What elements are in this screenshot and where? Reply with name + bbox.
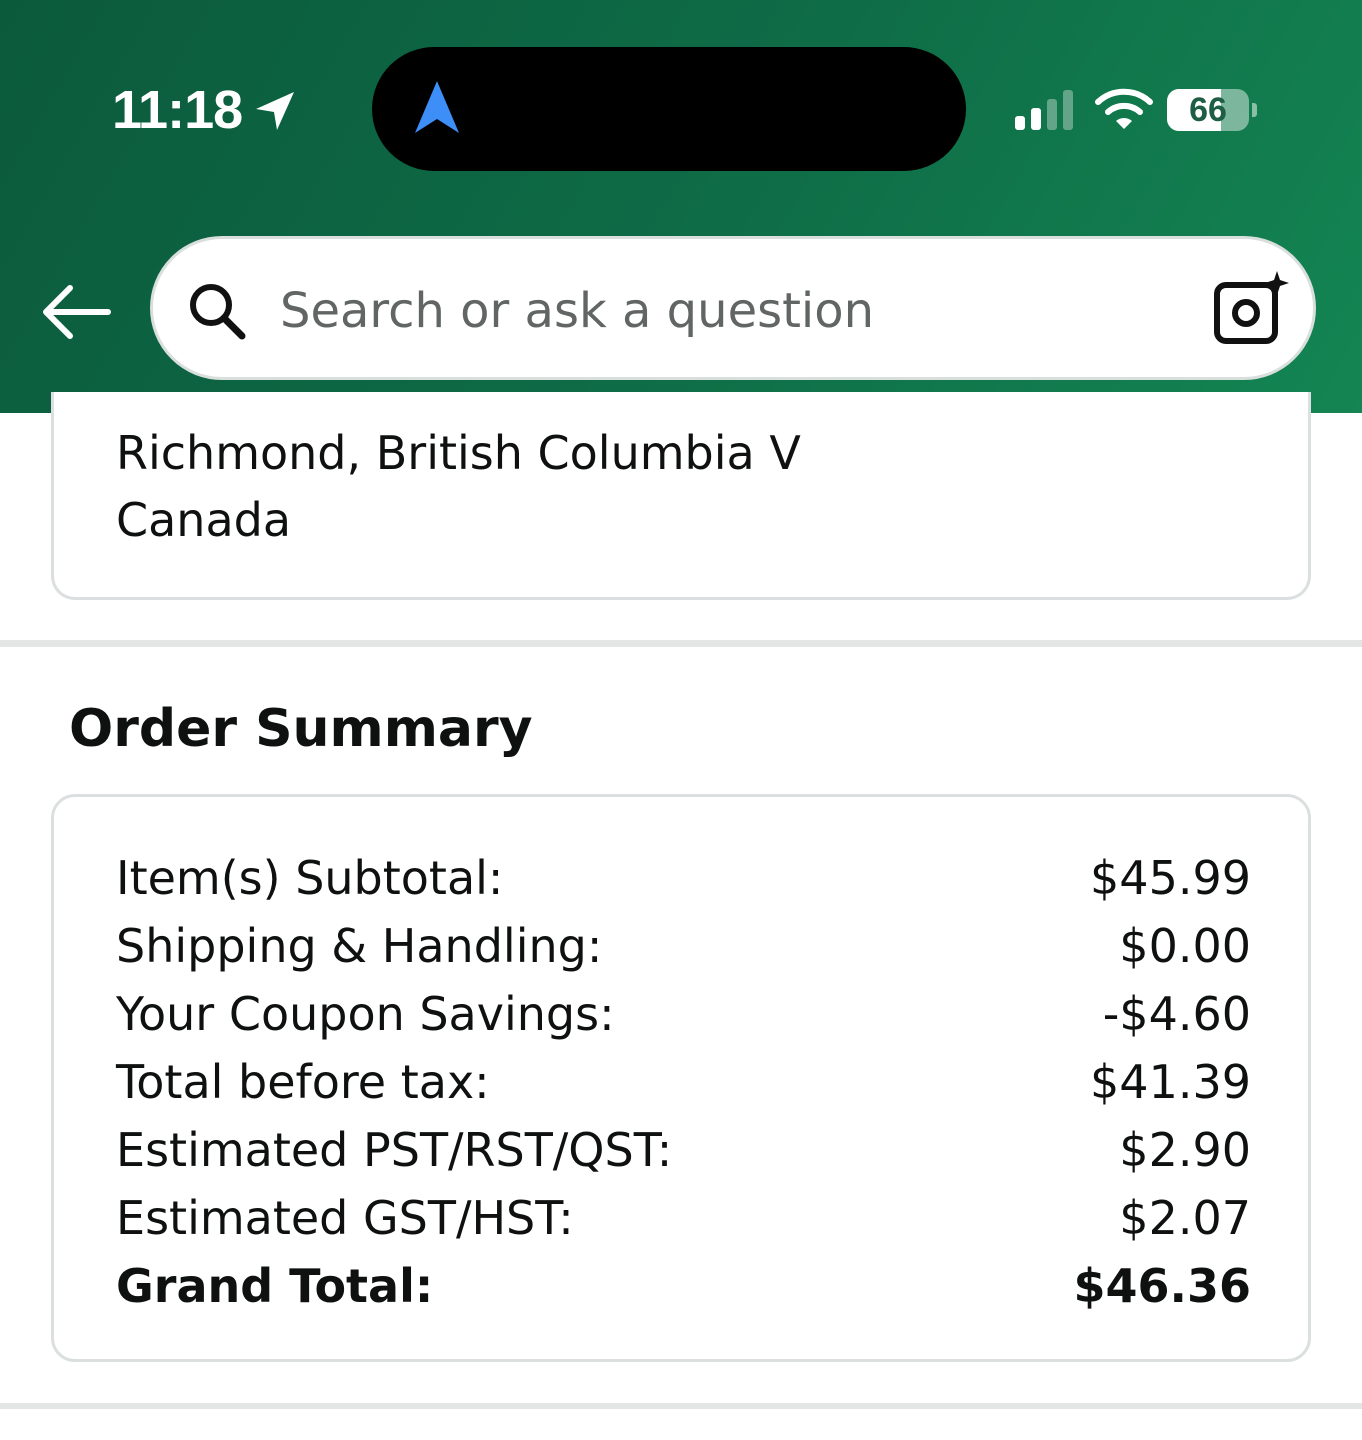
section-divider bbox=[0, 640, 1362, 647]
summary-label: Estimated PST/RST/QST: bbox=[116, 1123, 673, 1177]
summary-value: -$4.60 bbox=[1102, 987, 1251, 1041]
section-divider bbox=[0, 1403, 1362, 1409]
navigation-icon bbox=[415, 81, 459, 133]
summary-label: Your Coupon Savings: bbox=[116, 987, 615, 1041]
grand-total-label: Grand Total: bbox=[116, 1259, 434, 1313]
summary-label: Total before tax: bbox=[116, 1055, 490, 1109]
summary-row-pst: Estimated PST/RST/QST: $2.90 bbox=[116, 1116, 1251, 1184]
wifi-icon bbox=[1095, 88, 1153, 129]
back-arrow-icon[interactable] bbox=[38, 280, 112, 344]
camera-sparkle-icon[interactable] bbox=[1211, 269, 1293, 351]
battery-percent: 66 bbox=[1189, 91, 1227, 129]
summary-value: $0.00 bbox=[1119, 919, 1251, 973]
cellular-signal-icon bbox=[1015, 90, 1073, 130]
location-arrow-icon bbox=[256, 92, 294, 130]
app-header: 11:18 66 bbox=[0, 0, 1362, 413]
summary-value: $2.90 bbox=[1119, 1123, 1251, 1177]
search-bar[interactable] bbox=[150, 236, 1316, 380]
summary-row-coupon: Your Coupon Savings: -$4.60 bbox=[116, 980, 1251, 1048]
summary-label: Estimated GST/HST: bbox=[116, 1191, 574, 1245]
grand-total-value: $46.36 bbox=[1073, 1259, 1251, 1313]
summary-row-shipping: Shipping & Handling: $0.00 bbox=[116, 912, 1251, 980]
search-input[interactable] bbox=[280, 283, 1160, 339]
battery-icon: 66 bbox=[1167, 89, 1249, 131]
summary-value: $41.39 bbox=[1090, 1055, 1251, 1109]
summary-row-gst: Estimated GST/HST: $2.07 bbox=[116, 1184, 1251, 1252]
summary-row-subtotal: Item(s) Subtotal: $45.99 bbox=[116, 844, 1251, 912]
order-summary-card: Item(s) Subtotal: $45.99 Shipping & Hand… bbox=[51, 794, 1311, 1362]
summary-label: Item(s) Subtotal: bbox=[116, 851, 504, 905]
summary-row-before-tax: Total before tax: $41.39 bbox=[116, 1048, 1251, 1116]
summary-value: $2.07 bbox=[1119, 1191, 1251, 1245]
summary-value: $45.99 bbox=[1090, 851, 1251, 905]
address-country-line: Canada bbox=[116, 493, 292, 547]
shipping-address-card: Richmond, British Columbia V Canada bbox=[51, 392, 1311, 600]
order-summary-title: Order Summary bbox=[69, 699, 533, 759]
search-icon bbox=[190, 284, 246, 340]
dynamic-island bbox=[372, 47, 966, 171]
status-time: 11:18 bbox=[112, 80, 243, 140]
summary-label: Shipping & Handling: bbox=[116, 919, 603, 973]
summary-row-grand-total: Grand Total: $46.36 bbox=[116, 1252, 1251, 1320]
battery-tip bbox=[1252, 103, 1257, 117]
address-city-line: Richmond, British Columbia V bbox=[116, 426, 801, 480]
